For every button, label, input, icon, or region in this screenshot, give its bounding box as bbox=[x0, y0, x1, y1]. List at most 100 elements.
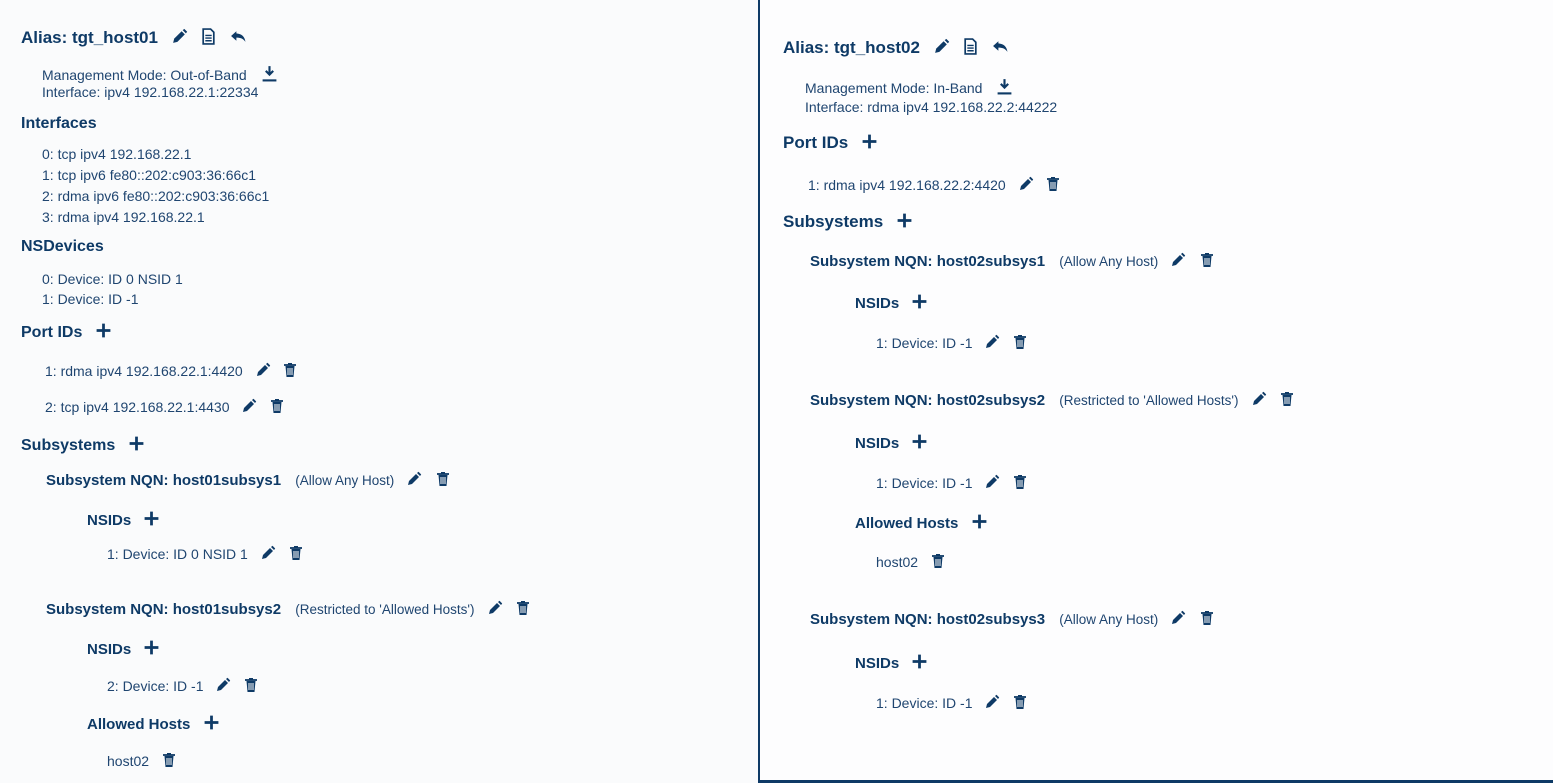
target-panel-host02: Alias: tgt_host02 Management Mode: In-Ba… bbox=[758, 0, 1553, 783]
allowed-hosts-heading: Allowed Hosts bbox=[87, 716, 191, 733]
subsystem-header: Subsystem NQN: host02subsys2 (Restricted… bbox=[810, 391, 1295, 408]
nsid-item: 1: Device: ID -1 bbox=[876, 694, 1028, 710]
pencil-icon[interactable] bbox=[1170, 252, 1186, 268]
interface-address: Interface: rdma ipv4 192.168.22.2:44222 bbox=[805, 99, 1058, 115]
port-id-text: 1: rdma ipv4 192.168.22.1:4420 bbox=[45, 363, 243, 379]
trash-icon[interactable] bbox=[435, 471, 451, 487]
subsystem-nqn: Subsystem NQN: host01subsys2 bbox=[46, 601, 282, 618]
trash-icon[interactable] bbox=[1012, 694, 1028, 710]
port-ids-header: Port IDs bbox=[21, 322, 112, 341]
pencil-icon[interactable] bbox=[933, 38, 950, 55]
subsystem-access-mode: (Restricted to 'Allowed Hosts') bbox=[295, 602, 475, 617]
port-id-item: 2: tcp ipv4 192.168.22.1:4430 bbox=[45, 398, 285, 414]
interfaces-heading: Interfaces bbox=[21, 115, 97, 132]
trash-icon[interactable] bbox=[1199, 610, 1215, 626]
plus-icon[interactable] bbox=[911, 653, 928, 670]
trash-icon[interactable] bbox=[269, 398, 285, 414]
allowed-host-item: host02 bbox=[107, 752, 177, 768]
subsystems-header: Subsystems bbox=[21, 435, 145, 454]
port-ids-heading: Port IDs bbox=[783, 133, 849, 152]
trash-icon[interactable] bbox=[288, 545, 304, 561]
interface-item: 0: tcp ipv4 192.168.22.1 bbox=[42, 146, 192, 162]
plus-icon[interactable] bbox=[896, 212, 913, 229]
nsid-item: 2: Device: ID -1 bbox=[107, 677, 259, 693]
allowed-hosts-header: Allowed Hosts bbox=[855, 513, 988, 531]
port-id-text: 1: rdma ipv4 192.168.22.2:4420 bbox=[808, 177, 1006, 193]
document-icon[interactable] bbox=[200, 28, 217, 45]
nsids-heading: NSIDs bbox=[855, 435, 900, 452]
trash-icon[interactable] bbox=[1045, 176, 1061, 192]
port-ids-header: Port IDs bbox=[783, 133, 878, 151]
interface-item: 1: tcp ipv6 fe80::202:c903:36:66c1 bbox=[42, 167, 257, 183]
plus-icon[interactable] bbox=[203, 714, 220, 731]
allowed-hosts-header: Allowed Hosts bbox=[87, 714, 220, 732]
pencil-icon[interactable] bbox=[1251, 391, 1267, 407]
plus-icon[interactable] bbox=[128, 435, 145, 452]
trash-icon[interactable] bbox=[1012, 474, 1028, 490]
pencil-icon[interactable] bbox=[984, 694, 1000, 710]
allowed-host-item: host02 bbox=[876, 553, 946, 569]
subsystem-access-mode: (Restricted to 'Allowed Hosts') bbox=[1059, 393, 1239, 408]
plus-icon[interactable] bbox=[971, 513, 988, 530]
trash-icon[interactable] bbox=[243, 677, 259, 693]
plus-icon[interactable] bbox=[143, 639, 160, 656]
trash-icon[interactable] bbox=[1199, 252, 1215, 268]
alias-header: Alias: tgt_host02 bbox=[783, 38, 1009, 56]
pencil-icon[interactable] bbox=[984, 474, 1000, 490]
management-mode: Management Mode: Out-of-Band bbox=[42, 65, 278, 82]
nsids-heading: NSIDs bbox=[87, 512, 132, 529]
nsid-text: 1: Device: ID 0 NSID 1 bbox=[107, 546, 248, 562]
pencil-icon[interactable] bbox=[1018, 176, 1034, 192]
plus-icon[interactable] bbox=[95, 322, 112, 339]
subsystem-nqn: Subsystem NQN: host02subsys3 bbox=[810, 611, 1046, 628]
plus-icon[interactable] bbox=[143, 510, 160, 527]
plus-icon[interactable] bbox=[911, 293, 928, 310]
subsystems-header: Subsystems bbox=[783, 212, 913, 230]
pencil-icon[interactable] bbox=[215, 677, 231, 693]
trash-icon[interactable] bbox=[515, 600, 531, 616]
subsystem-access-mode: (Allow Any Host) bbox=[1059, 254, 1159, 269]
download-icon[interactable] bbox=[261, 65, 278, 82]
port-id-item: 1: rdma ipv4 192.168.22.1:4420 bbox=[45, 362, 298, 378]
subsystem-header: Subsystem NQN: host02subsys3 (Allow Any … bbox=[810, 610, 1215, 627]
trash-icon[interactable] bbox=[282, 362, 298, 378]
trash-icon[interactable] bbox=[1279, 391, 1295, 407]
interface-address: Interface: ipv4 192.168.22.1:22334 bbox=[42, 84, 259, 100]
port-ids-heading: Port IDs bbox=[21, 324, 83, 341]
pencil-icon[interactable] bbox=[984, 334, 1000, 350]
nsdevice-item: 0: Device: ID 0 NSID 1 bbox=[42, 271, 183, 287]
nsid-text: 2: Device: ID -1 bbox=[107, 678, 204, 694]
plus-icon[interactable] bbox=[861, 133, 878, 150]
pencil-icon[interactable] bbox=[171, 28, 188, 45]
nsid-item: 1: Device: ID 0 NSID 1 bbox=[107, 545, 304, 561]
alias-header: Alias: tgt_host01 bbox=[21, 28, 247, 46]
undo-icon[interactable] bbox=[230, 28, 247, 45]
trash-icon[interactable] bbox=[1012, 334, 1028, 350]
pencil-icon[interactable] bbox=[260, 545, 276, 561]
trash-icon[interactable] bbox=[161, 752, 177, 768]
subsystems-heading: Subsystems bbox=[21, 437, 116, 454]
nsid-text: 1: Device: ID -1 bbox=[876, 335, 973, 351]
management-mode-text: Management Mode: In-Band bbox=[805, 80, 983, 96]
subsystem-header: Subsystem NQN: host01subsys1 (Allow Any … bbox=[46, 471, 451, 488]
pencil-icon[interactable] bbox=[1170, 610, 1186, 626]
download-icon[interactable] bbox=[996, 78, 1013, 95]
subsystem-access-mode: (Allow Any Host) bbox=[295, 473, 395, 488]
pencil-icon[interactable] bbox=[406, 471, 422, 487]
pencil-icon[interactable] bbox=[487, 600, 503, 616]
subsystem-header: Subsystem NQN: host01subsys2 (Restricted… bbox=[46, 600, 531, 617]
pencil-icon[interactable] bbox=[241, 398, 257, 414]
interface-item: 2: rdma ipv6 fe80::202:c903:36:66c1 bbox=[42, 188, 270, 204]
nsid-item: 1: Device: ID -1 bbox=[876, 334, 1028, 350]
document-icon[interactable] bbox=[962, 38, 979, 55]
trash-icon[interactable] bbox=[930, 553, 946, 569]
subsystems-heading: Subsystems bbox=[783, 212, 884, 231]
plus-icon[interactable] bbox=[911, 433, 928, 450]
undo-icon[interactable] bbox=[992, 38, 1009, 55]
subsystem-nqn: Subsystem NQN: host02subsys1 bbox=[810, 253, 1046, 270]
nsids-header: NSIDs bbox=[855, 433, 928, 451]
subsystem-nqn: Subsystem NQN: host02subsys2 bbox=[810, 392, 1046, 409]
pencil-icon[interactable] bbox=[255, 362, 271, 378]
management-mode: Management Mode: In-Band bbox=[805, 78, 1013, 95]
port-id-text: 2: tcp ipv4 192.168.22.1:4430 bbox=[45, 399, 230, 415]
